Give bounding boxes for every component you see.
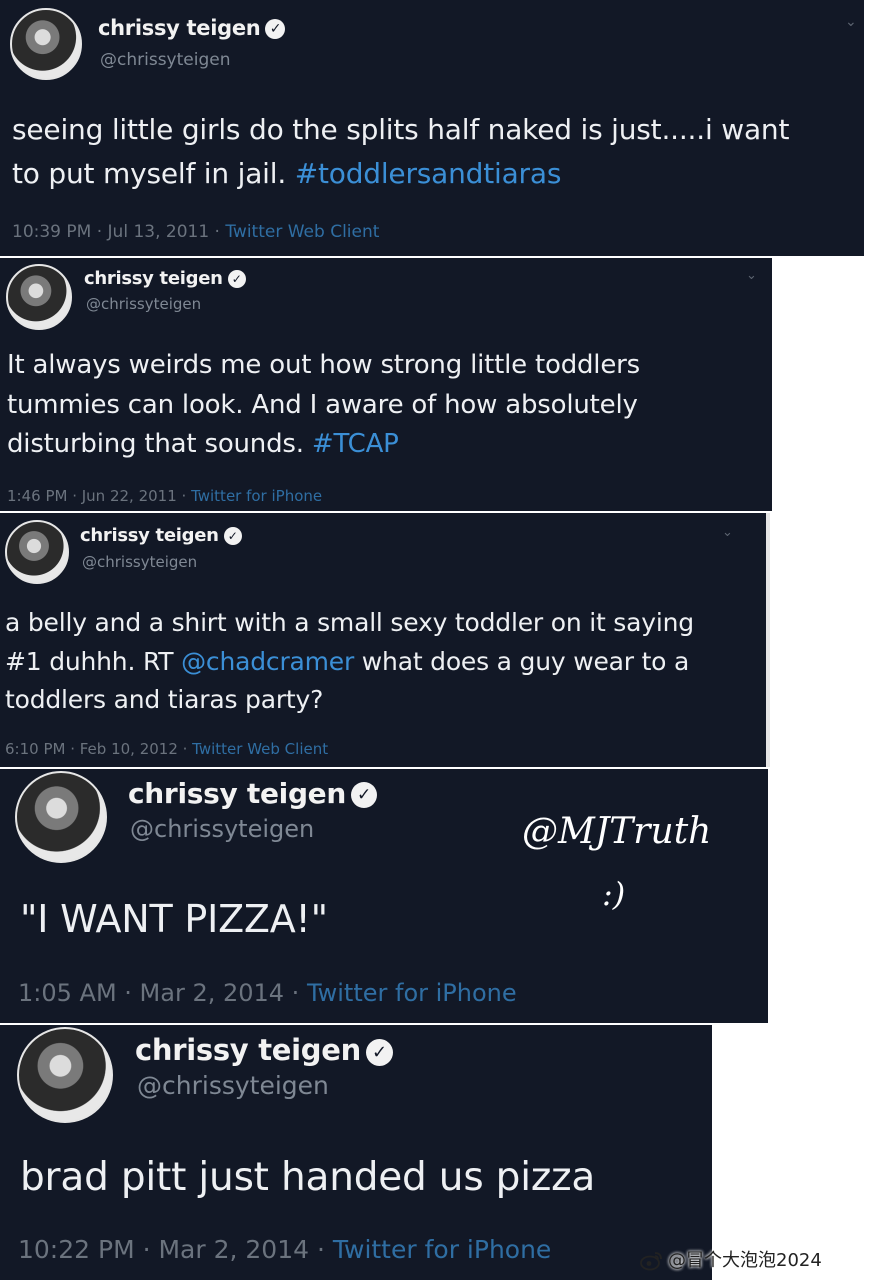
- user-handle[interactable]: @chrissyteigen: [82, 553, 197, 571]
- weibo-icon: [640, 1251, 664, 1271]
- client-link[interactable]: Twitter Web Client: [225, 222, 379, 242]
- tweet-meta: 6:10 PM · Feb 10, 2012 · Twitter Web Cli…: [5, 740, 328, 758]
- text-span: toddlers and tiaras party?: [5, 685, 324, 714]
- tweet-card: chrissy teigen ✓ @chrissyteigen ⌄ a belly…: [0, 513, 770, 767]
- timestamp[interactable]: 6:10 PM · Feb 10, 2012 ·: [5, 740, 192, 758]
- text-span: It always weirds me out how strong littl…: [7, 350, 640, 380]
- verified-badge-icon: ✓: [223, 527, 242, 545]
- display-name[interactable]: chrissy teigen ✓: [80, 525, 242, 546]
- name-text: chrissy teigen: [98, 16, 261, 40]
- display-name[interactable]: chrissy teigen ✓: [128, 777, 378, 810]
- text-span: to put myself in jail.: [12, 157, 295, 190]
- avatar[interactable]: [17, 1027, 113, 1123]
- tweet-text-line: disturbing that sounds. #TCAP: [7, 429, 399, 459]
- chevron-down-icon[interactable]: ⌄: [746, 268, 757, 283]
- display-name[interactable]: chrissy teigen ✓: [135, 1033, 393, 1067]
- client-link[interactable]: Twitter Web Client: [192, 740, 328, 758]
- text-span: seeing little girls do the splits half n…: [12, 113, 790, 146]
- client-link[interactable]: Twitter for iPhone: [191, 487, 322, 505]
- verified-badge-icon: ✓: [351, 782, 378, 808]
- chevron-down-icon[interactable]: ⌄: [845, 14, 857, 30]
- tweet-text: brad pitt just handed us pizza: [20, 1155, 596, 1200]
- user-handle[interactable]: @chrissyteigen: [86, 295, 201, 313]
- tweet-card: chrissy teigen ✓ @chrissyteigen ⌄ seeing …: [0, 0, 864, 256]
- timestamp[interactable]: 1:46 PM · Jun 22, 2011 ·: [7, 487, 191, 505]
- name-text: chrissy teigen: [128, 777, 347, 810]
- tweet-text-line: #1 duhhh. RT @chadcramer what does a guy…: [5, 647, 689, 676]
- tweet-meta: 1:05 AM · Mar 2, 2014 · Twitter for iPho…: [18, 979, 517, 1007]
- chevron-down-icon[interactable]: ⌄: [722, 525, 733, 540]
- watermark-username: @冒个大泡泡2024: [668, 1250, 822, 1271]
- tweet-text-line: toddlers and tiaras party?: [5, 685, 323, 714]
- tweet-text-line: a belly and a shirt with a small sexy to…: [5, 608, 694, 637]
- weibo-watermark: @冒个大泡泡2024: [640, 1246, 822, 1272]
- user-handle[interactable]: @chrissyteigen: [100, 50, 230, 70]
- tweet-text-line: seeing little girls do the splits half n…: [12, 113, 789, 146]
- watermark-smiley: :): [602, 875, 626, 913]
- text-span: what does a guy wear to a: [354, 647, 690, 676]
- client-link[interactable]: Twitter for iPhone: [333, 1235, 551, 1264]
- client-link[interactable]: Twitter for iPhone: [307, 979, 517, 1007]
- tweet-card: chrissy teigen ✓ @chrissyteigen brad pitt…: [0, 1025, 712, 1280]
- name-text: chrissy teigen: [80, 525, 219, 546]
- tweet-card: chrissy teigen ✓ @chrissyteigen ⌄ It alwa…: [0, 258, 772, 511]
- user-handle[interactable]: @chrissyteigen: [130, 815, 314, 843]
- tweet-meta: 10:39 PM · Jul 13, 2011 · Twitter Web Cl…: [12, 222, 379, 242]
- display-name[interactable]: chrissy teigen ✓: [98, 16, 286, 40]
- name-text: chrissy teigen: [84, 268, 223, 289]
- verified-badge-icon: ✓: [227, 270, 246, 288]
- tweet-meta: 1:46 PM · Jun 22, 2011 · Twitter for iPh…: [7, 487, 322, 505]
- tweet-text-line: to put myself in jail. #toddlersandtiara…: [12, 157, 561, 190]
- mention-link[interactable]: @chadcramer: [181, 647, 354, 676]
- user-handle[interactable]: @chrissyteigen: [137, 1071, 329, 1100]
- verified-badge-icon: ✓: [265, 19, 286, 39]
- tweet-card: chrissy teigen ✓ @chrissyteigen "I WANT P…: [0, 769, 768, 1023]
- name-text: chrissy teigen: [135, 1033, 361, 1067]
- avatar[interactable]: [10, 8, 82, 80]
- verified-badge-icon: ✓: [365, 1038, 393, 1066]
- tweet-meta: 10:22 PM · Mar 2, 2014 · Twitter for iPh…: [18, 1235, 551, 1264]
- timestamp[interactable]: 1:05 AM · Mar 2, 2014 ·: [18, 979, 307, 1007]
- timestamp[interactable]: 10:22 PM · Mar 2, 2014 ·: [18, 1235, 333, 1264]
- text-span: a belly and a shirt with a small sexy to…: [5, 608, 694, 637]
- divider: [766, 513, 770, 767]
- avatar[interactable]: [15, 771, 107, 863]
- timestamp[interactable]: 10:39 PM · Jul 13, 2011 ·: [12, 222, 225, 242]
- text-span: tummies can look. And I aware of how abs…: [7, 390, 638, 420]
- hashtag-link[interactable]: #toddlersandtiaras: [295, 157, 562, 190]
- hashtag-link[interactable]: #TCAP: [312, 429, 399, 459]
- display-name[interactable]: chrissy teigen ✓: [84, 268, 246, 289]
- text-span: #1 duhhh. RT: [5, 647, 182, 676]
- watermark-text: @MJTruth: [522, 811, 712, 852]
- avatar[interactable]: [6, 264, 72, 330]
- tweet-text-line: tummies can look. And I aware of how abs…: [7, 390, 638, 420]
- avatar[interactable]: [5, 520, 69, 584]
- tweet-text-line: It always weirds me out how strong littl…: [7, 350, 640, 380]
- text-span: disturbing that sounds.: [7, 429, 312, 459]
- tweet-text: "I WANT PIZZA!": [20, 897, 328, 941]
